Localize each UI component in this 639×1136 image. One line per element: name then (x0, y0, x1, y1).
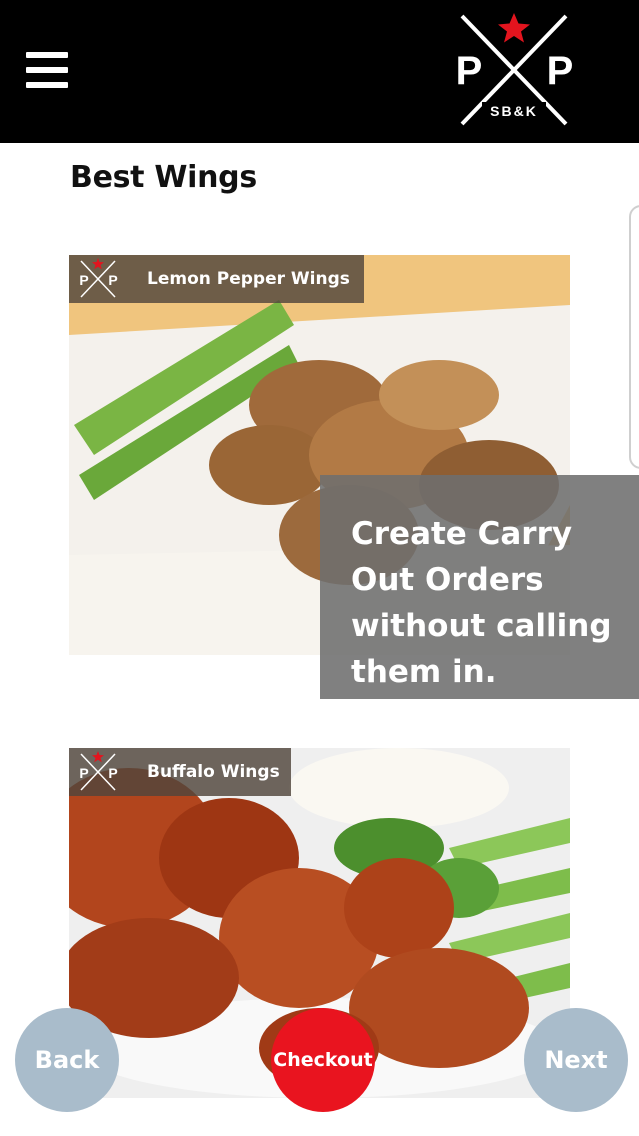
item-label-tag: P P Lemon Pepper Wings (69, 255, 364, 303)
back-button[interactable]: Back (15, 1008, 119, 1112)
mini-logo-icon: P P (79, 751, 118, 791)
promo-overlay[interactable]: Create Carry Out Orders without calling … (320, 475, 639, 699)
logo-letter-right: P (547, 49, 574, 93)
logo-letter-left: P (456, 49, 483, 93)
app-header: P P SB&K (0, 0, 639, 143)
next-button[interactable]: Next (524, 1008, 628, 1112)
page-title: Best Wings (70, 160, 257, 195)
checkout-button[interactable]: Checkout (271, 1008, 375, 1112)
side-drawer-handle[interactable] (629, 205, 639, 469)
brand-logo[interactable]: P P SB&K (452, 10, 576, 130)
promo-text: Create Carry Out Orders without calling … (351, 516, 612, 690)
hamburger-menu-icon[interactable] (26, 50, 68, 92)
item-label-tag: P P Buffalo Wings (69, 748, 291, 796)
star-icon (498, 13, 530, 43)
mini-logo-letter-left: P (79, 765, 88, 781)
item-label: Lemon Pepper Wings (147, 269, 350, 289)
logo-subtext: SB&K (490, 103, 538, 119)
mini-logo-letter-right: P (108, 272, 117, 288)
mini-logo-icon: P P (79, 258, 118, 298)
item-label: Buffalo Wings (147, 762, 280, 782)
mini-logo-letter-right: P (108, 765, 117, 781)
mini-logo-letter-left: P (79, 272, 88, 288)
